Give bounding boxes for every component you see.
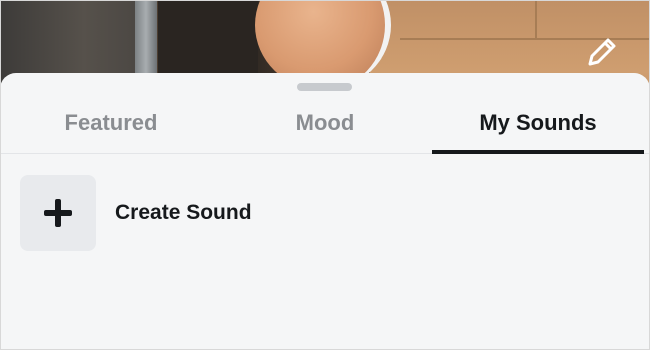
- create-sound-label: Create Sound: [115, 201, 252, 224]
- tab-my-sounds[interactable]: My Sounds: [432, 93, 644, 153]
- screen: Featured Mood My Sounds Create Sound: [0, 0, 650, 350]
- tab-featured[interactable]: Featured: [0, 93, 222, 153]
- sound-picker-sheet: Featured Mood My Sounds Create Sound: [0, 73, 650, 350]
- sheet-grabber[interactable]: [297, 83, 352, 91]
- create-sound-button[interactable]: Create Sound: [20, 175, 420, 251]
- plus-icon: [44, 199, 72, 227]
- active-tab-indicator: [432, 150, 644, 154]
- pencil-icon[interactable]: [582, 34, 620, 72]
- preview-wall-edge: [535, 0, 537, 38]
- tab-bar: Featured Mood My Sounds: [0, 93, 650, 154]
- create-sound-tile[interactable]: [20, 175, 96, 251]
- tab-mood[interactable]: Mood: [222, 93, 428, 153]
